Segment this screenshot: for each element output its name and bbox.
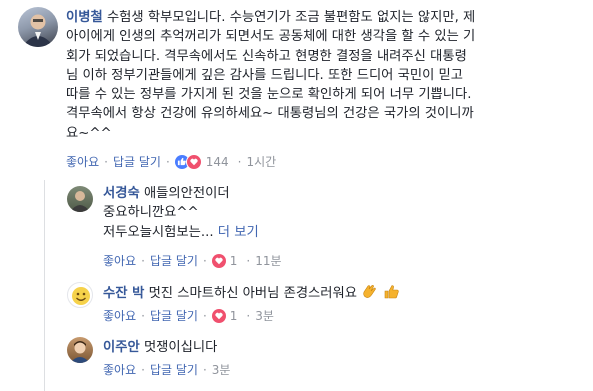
timestamp[interactable]: 3분 — [255, 307, 274, 324]
comment-line: 중요하니깐요^^ — [103, 205, 199, 221]
comment-line: 님 이하 정부기관들에게 깊은 감사를 드립니다. 또한 드디어 국민이 믿고 — [66, 67, 464, 83]
comment-actions: 좋아요 · 답글 달기 · 3분 — [103, 361, 231, 378]
thumbs-up-icon — [383, 283, 400, 306]
avatar[interactable] — [67, 282, 93, 308]
timestamp[interactable]: 11분 — [255, 252, 281, 269]
comment-line: 멋진 스마트하신 아버님 존경스러워요 — [148, 286, 357, 301]
avatar[interactable] — [67, 186, 93, 212]
comment-author[interactable]: 서경숙 — [103, 186, 140, 201]
comment-line: 아이에게 인생의 추억꺼리가 되면서도 공동체에 대한 생각을 할 수 있는 기 — [66, 29, 476, 45]
comment-author[interactable]: 이병철 — [66, 10, 103, 25]
comment-line: 애들의안전이더 — [143, 186, 230, 201]
reply-thread-line — [44, 180, 45, 391]
reactions-summary[interactable]: 144 — [174, 153, 229, 170]
clapping-hands-icon — [361, 283, 379, 306]
comment-line: 수험생 학부모입니다. 수능연기가 조금 불편함도 없지는 않지만, 제 — [106, 10, 476, 25]
comment-line: 요~^^ — [66, 125, 112, 141]
comment-line: 격무속에서 항상 건강에 유의하세요~ 대통령님의 건강은 국가의 것이니까 — [66, 106, 474, 122]
love-icon — [211, 253, 226, 268]
reply-button[interactable]: 답글 달기 — [150, 252, 198, 269]
reply-comment: 수잔 박 멋진 스마트하신 아버님 존경스러워요 — [103, 283, 400, 306]
reaction-count: 144 — [205, 154, 229, 169]
profile-photo-icon — [70, 191, 90, 212]
avatar[interactable] — [18, 7, 58, 47]
timestamp[interactable]: 1시간 — [247, 153, 277, 170]
reply-button[interactable]: 답글 달기 — [150, 361, 198, 378]
love-icon — [211, 308, 226, 323]
reply-button[interactable]: 답글 달기 — [150, 307, 198, 324]
comment-line: 따를 수 있는 정부를 가지게 된 것을 눈으로 확인하게 되어 너무 기쁩니다… — [66, 87, 472, 103]
reaction-count: 1 — [229, 253, 238, 268]
comment-actions: 좋아요 · 답글 달기 · 1 · 11분 — [103, 252, 282, 269]
reply-button[interactable]: 답글 달기 — [113, 153, 161, 170]
comment-line: 회가 되었습니다. 격무속에서도 신속하고 현명한 결정을 내려주신 대통령 — [66, 48, 467, 64]
comment-author[interactable]: 수잔 박 — [103, 286, 144, 301]
profile-photo-icon — [70, 341, 90, 363]
profile-photo-icon — [72, 287, 90, 305]
see-more-link[interactable]: 더 보기 — [218, 225, 259, 240]
comment-actions: 좋아요 · 답글 달기 · 1 · 3분 — [103, 307, 274, 324]
like-button[interactable]: 좋아요 — [103, 361, 136, 378]
like-button[interactable]: 좋아요 — [66, 153, 99, 170]
reply-comment: 서경숙 애들의안전이더 중요하니깐요^^ 저두오늘시험보는... 더 보기 — [103, 184, 259, 242]
comment-line: 멋쟁이십니다 — [143, 340, 218, 355]
comment-author[interactable]: 이주안 — [103, 340, 140, 355]
like-button[interactable]: 좋아요 — [103, 252, 136, 269]
love-icon — [185, 153, 202, 170]
avatar[interactable] — [67, 337, 93, 363]
reactions-summary[interactable]: 1 — [211, 253, 238, 268]
reactions-summary[interactable]: 1 — [211, 308, 238, 323]
like-button[interactable]: 좋아요 — [103, 307, 136, 324]
comment-actions: 좋아요 · 답글 달기 · 144 · 1시간 — [66, 153, 277, 170]
comment-line: 저두오늘시험보는... — [103, 224, 214, 240]
main-comment: 이병철 수험생 학부모입니다. 수능연기가 조금 불편함도 없지는 않지만, 제… — [66, 8, 475, 143]
reaction-count: 1 — [229, 308, 238, 323]
timestamp[interactable]: 3분 — [212, 361, 231, 378]
profile-photo-icon — [22, 14, 54, 47]
reply-comment: 이주안 멋쟁이십니다 — [103, 338, 217, 357]
